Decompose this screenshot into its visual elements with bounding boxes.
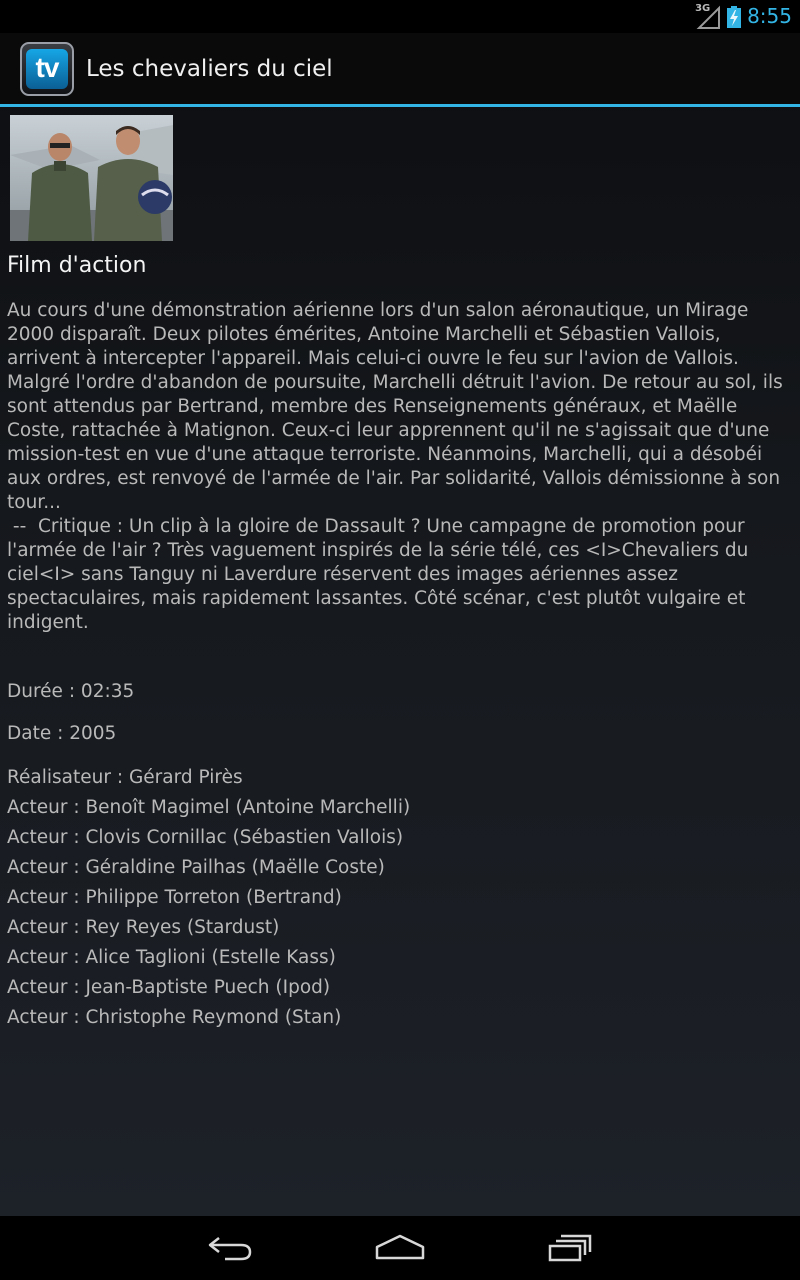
credit-item: Acteur : Alice Taglioni (Estelle Kass) (7, 947, 336, 968)
date-text: Date : 2005 (7, 723, 117, 744)
status-icons: 3G 8:55 (695, 0, 792, 33)
battery-charging-icon (727, 5, 742, 28)
movie-poster-image (10, 115, 173, 241)
action-bar: tv Les chevaliers du ciel (0, 33, 800, 105)
credit-item: Acteur : Philippe Torreton (Bertrand) (7, 887, 342, 908)
credit-item: Réalisateur : Gérard Pirès (7, 767, 243, 788)
credit-item: Acteur : Géraldine Pailhas (Maëlle Coste… (7, 857, 385, 878)
page-title: Les chevaliers du ciel (86, 56, 333, 82)
synopsis-text: Au cours d'une démonstration aérienne lo… (7, 300, 783, 633)
status-clock: 8:55 (747, 4, 792, 28)
app-icon[interactable]: tv (20, 42, 74, 96)
home-icon (375, 1234, 425, 1260)
genre-label: Film d'action (7, 253, 147, 278)
back-button[interactable] (200, 1226, 260, 1270)
credit-item: Acteur : Jean-Baptiste Puech (Ipod) (7, 977, 331, 998)
credits-list: Réalisateur : Gérard Pirès Acteur : Beno… (7, 763, 410, 1033)
back-icon (208, 1237, 252, 1261)
action-bar-divider (0, 104, 800, 107)
signal-icon: 3G (695, 3, 721, 30)
credit-item: Acteur : Benoît Magimel (Antoine Marchel… (7, 797, 411, 818)
app-icon-label: tv (26, 49, 68, 89)
status-bar: 3G 8:55 (0, 0, 800, 33)
screen: 3G 8:55 tv Les chevaliers du ciel Film d… (0, 0, 800, 1280)
credit-item: Acteur : Rey Reyes (Stardust) (7, 917, 280, 938)
navigation-bar (0, 1216, 800, 1280)
credit-item: Acteur : Clovis Cornillac (Sébastien Val… (7, 827, 404, 848)
recents-icon (548, 1234, 592, 1262)
home-button[interactable] (370, 1226, 430, 1270)
duration-text: Durée : 02:35 (7, 681, 135, 702)
credit-item: Acteur : Christophe Reymond (Stan) (7, 1007, 342, 1028)
recents-button[interactable] (540, 1226, 600, 1270)
